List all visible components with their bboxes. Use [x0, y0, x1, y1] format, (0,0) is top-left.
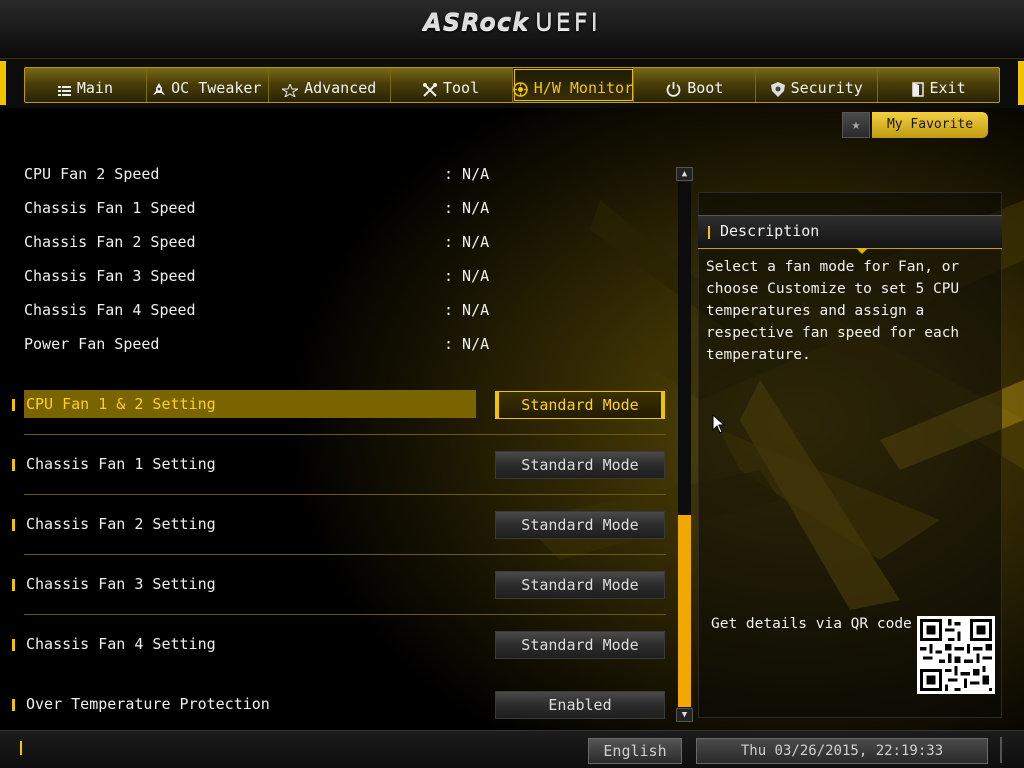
info-label: Chassis Fan 2 Speed: [24, 233, 196, 251]
divider: [24, 614, 666, 615]
info-value: : N/A: [444, 233, 490, 251]
logo: ASRock UEFI: [0, 8, 1024, 36]
qr-code-icon: [917, 616, 995, 694]
info-label: Power Fan Speed: [24, 335, 160, 353]
tab-security[interactable]: Security: [756, 68, 879, 102]
qr-label: Get details via QR code: [711, 616, 912, 632]
tab-label: Boot: [687, 79, 724, 97]
info-label: Chassis Fan 1 Speed: [24, 199, 196, 217]
setting-value-button[interactable]: Standard Mode: [495, 631, 665, 659]
info-label: CPU Fan 2 Speed: [24, 165, 160, 183]
list-icon: [57, 85, 71, 97]
notch-icon: [856, 248, 868, 254]
scroll-down-arrow-icon[interactable]: ▼: [676, 708, 693, 722]
tab-label: Tool: [443, 79, 480, 97]
tools-icon: [423, 83, 437, 97]
setting-value-button[interactable]: Standard Mode: [495, 391, 665, 419]
setting-label[interactable]: Chassis Fan 4 Setting: [24, 630, 476, 658]
info-value: : N/A: [444, 335, 490, 353]
bottom-bar: English Thu 03/26/2015, 22:19:33: [0, 730, 1024, 768]
setting-value-button[interactable]: Standard Mode: [495, 451, 665, 479]
tab-hw-monitor[interactable]: H/W Monitor: [512, 68, 635, 102]
shield-icon: [770, 82, 785, 97]
setting-row-cpu-fan-1-2[interactable]: CPU Fan 1 & 2 Setting Standard Mode: [0, 390, 670, 420]
tab-label: Exit: [929, 79, 966, 97]
setting-label[interactable]: Over Temperature Protection: [24, 690, 476, 718]
setting-row-chassis-fan-4[interactable]: Chassis Fan 4 Setting Standard Mode: [0, 630, 670, 660]
divider: [24, 434, 666, 435]
favorite-star-icon[interactable]: ★: [842, 112, 870, 138]
setting-row-chassis-fan-3[interactable]: Chassis Fan 3 Setting Standard Mode: [0, 570, 670, 600]
tab-bar: Main OC Tweaker Advanced Tool H/W Monito…: [0, 58, 1024, 108]
tab-label: OC Tweaker: [171, 79, 262, 97]
scrollbar-thumb[interactable]: [678, 515, 691, 707]
info-value: : N/A: [444, 267, 490, 285]
info-value: : N/A: [444, 301, 490, 319]
tab-advanced[interactable]: Advanced: [269, 68, 391, 102]
info-value: : N/A: [444, 199, 490, 217]
header-bar: ASRock UEFI: [0, 0, 1024, 58]
scroll-up-arrow-icon[interactable]: ▲: [676, 167, 693, 181]
divider: [24, 494, 666, 495]
description-header: Description: [698, 215, 1002, 254]
tab-label: Main: [76, 79, 113, 97]
setting-label[interactable]: Chassis Fan 3 Setting: [24, 570, 476, 598]
setting-label[interactable]: CPU Fan 1 & 2 Setting: [24, 390, 476, 418]
tab-oc-tweaker[interactable]: OC Tweaker: [147, 68, 269, 102]
divider: [24, 554, 666, 555]
tab-tool[interactable]: Tool: [391, 68, 513, 102]
setting-value-button[interactable]: Standard Mode: [495, 511, 665, 539]
info-value: : N/A: [444, 165, 490, 183]
setting-label[interactable]: Chassis Fan 2 Setting: [24, 510, 476, 538]
description-title: Description: [720, 222, 820, 240]
tab-boot[interactable]: Boot: [634, 68, 757, 102]
setting-row-chassis-fan-1[interactable]: Chassis Fan 1 Setting Standard Mode: [0, 450, 670, 480]
tab-main[interactable]: Main: [25, 68, 147, 102]
setting-row-chassis-fan-2[interactable]: Chassis Fan 2 Setting Standard Mode: [0, 510, 670, 540]
tab-label: Advanced: [304, 79, 377, 97]
mouse-cursor-icon: [712, 414, 726, 434]
main-tabs: Main OC Tweaker Advanced Tool H/W Monito…: [24, 67, 1000, 103]
setting-row-over-temperature-protection[interactable]: Over Temperature Protection Enabled: [0, 690, 670, 720]
info-label: Chassis Fan 3 Speed: [24, 267, 196, 285]
logo-product: UEFI: [535, 8, 601, 36]
power-icon: [666, 82, 681, 97]
rocket-icon: [153, 83, 166, 97]
tab-label: H/W Monitor: [533, 79, 634, 97]
tab-exit[interactable]: Exit: [878, 68, 999, 102]
monitor-icon: [513, 82, 528, 97]
setting-label[interactable]: Chassis Fan 1 Setting: [24, 450, 476, 478]
info-label: Chassis Fan 4 Speed: [24, 301, 196, 319]
my-favorite-button[interactable]: My Favorite: [872, 112, 988, 138]
exit-door-icon: [911, 82, 924, 97]
setting-value-button[interactable]: Enabled: [495, 691, 665, 719]
tab-label: Security: [790, 79, 863, 97]
description-text: Select a fan mode for Fan, or choose Cus…: [706, 259, 960, 363]
star-icon: [282, 84, 299, 97]
datetime-display: Thu 03/26/2015, 22:19:33: [696, 738, 988, 764]
logo-brand: ASRock: [423, 8, 530, 36]
setting-value-button[interactable]: Standard Mode: [495, 571, 665, 599]
language-button[interactable]: English: [588, 738, 682, 764]
